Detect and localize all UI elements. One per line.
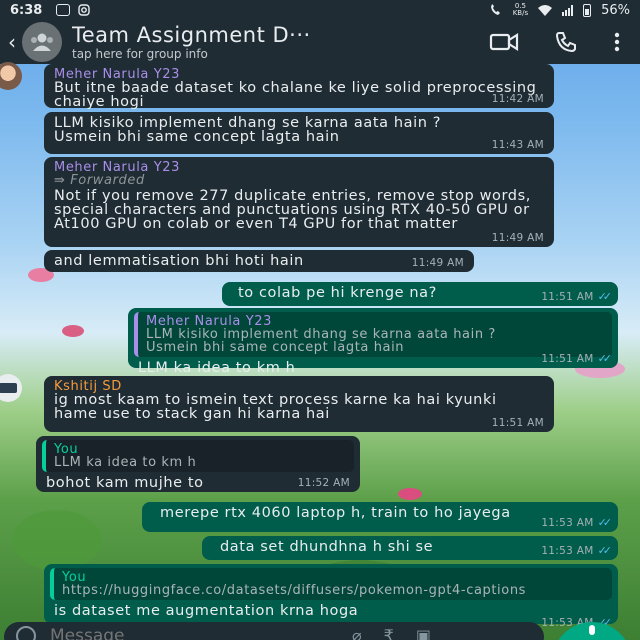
forwarded-label: ⇛ Forwarded (54, 173, 145, 188)
group-title[interactable]: Team Assignment D··· tap here for group … (72, 23, 464, 61)
quoted-text: LLM ka idea to km h (54, 455, 197, 470)
message-time: 11:49 AM (491, 232, 544, 244)
read-ticks-icon: ✓✓ (597, 516, 613, 529)
message-input-bar[interactable]: ⌀ ₹ ▣ (4, 622, 544, 640)
message-time: 11:52 AM (297, 477, 350, 489)
network-speed: 0.5 KB/s (512, 2, 529, 17)
instagram-icon (78, 4, 91, 16)
read-ticks-icon: ✓✓ (597, 544, 613, 557)
rupee-icon[interactable]: ₹ (384, 626, 394, 640)
attach-icon[interactable]: ⌀ (352, 626, 362, 640)
message-input[interactable] (50, 626, 330, 640)
phone-icon (555, 32, 576, 53)
read-ticks-icon: ✓✓ (597, 352, 613, 365)
message-text: is dataset me augmentation krna hoga (54, 603, 359, 619)
wifi-calling-icon (490, 4, 500, 15)
group-avatar[interactable] (22, 22, 62, 62)
signal-icon (562, 4, 574, 16)
quoted-text: LLM kisiko implement dhang se karna aata… (146, 327, 496, 355)
avatar-emblem-icon (0, 383, 17, 393)
status-right: 0.5 KB/s 56% (489, 3, 630, 18)
voice-call-button[interactable] (544, 22, 588, 62)
mic-button[interactable] (552, 622, 632, 640)
status-time: 6:38 (10, 2, 43, 18)
status-bar: 6:38 0.5 KB/s 56% (0, 0, 640, 20)
mic-icon (589, 625, 595, 635)
battery-icon (583, 3, 592, 17)
message-time: 11:49 AM (411, 257, 464, 269)
group-icon (31, 33, 53, 51)
message-bubble[interactable]: Meher Narula Y23 ⇛ Forwarded Not if you … (44, 157, 554, 247)
wifi-icon (538, 4, 553, 16)
message-text: LLM ka idea to km h (138, 360, 296, 376)
quoted-message[interactable]: Meher Narula Y23 LLM kisiko implement dh… (134, 312, 612, 357)
video-call-button[interactable] (482, 22, 526, 62)
notification-icon (56, 4, 71, 16)
message-bubble[interactable]: to colab pe hi krenge na? 11:51 AM ✓✓ (222, 282, 618, 306)
message-time: 11:51 AM ✓✓ (541, 352, 613, 365)
message-composer: ⌀ ₹ ▣ (0, 622, 640, 640)
message-bubble[interactable]: LLM kisiko implement dhang se karna aata… (44, 112, 554, 154)
message-bubble[interactable]: merepe rtx 4060 laptop h, train to ho ja… (142, 502, 618, 532)
quoted-message[interactable]: You LLM ka idea to km h (42, 440, 354, 472)
message-bubble[interactable]: You https://huggingface.co/datasets/diff… (44, 564, 618, 629)
battery-percent: 56% (601, 2, 630, 18)
message-bubble[interactable]: Meher Narula Y23 LLM kisiko implement dh… (128, 308, 618, 375)
camera-icon[interactable]: ▣ (416, 626, 431, 640)
message-bubble[interactable]: You LLM ka idea to km h bohot kam mujhe … (36, 436, 360, 492)
message-text: and lemmatisation bhi hoti hain (54, 253, 304, 269)
chat-header[interactable]: ‹ Team Assignment D··· tap here for grou… (0, 20, 640, 64)
group-info-hint: tap here for group info (72, 47, 208, 61)
message-time: 11:42 AM (491, 93, 544, 105)
more-options-button[interactable] (602, 22, 632, 62)
message-bubble[interactable]: Meher Narula Y23 But itne baade dataset … (44, 64, 554, 110)
message-text: ig most kaam to ismein text process karn… (54, 392, 497, 422)
message-time: 11:51 AM ✓✓ (541, 290, 613, 303)
avatar-meher[interactable] (0, 62, 22, 90)
message-time: 11:51 AM (491, 417, 544, 429)
group-name: Team Assignment D··· (72, 23, 311, 47)
more-options-icon (614, 32, 620, 52)
video-call-icon (489, 33, 519, 51)
back-arrow-icon[interactable]: ‹ (8, 30, 22, 54)
avatar-kshitij[interactable] (0, 374, 22, 402)
message-text: Not if you remove 277 duplicate entries,… (54, 188, 531, 232)
message-time: 11:53 AM✓✓ (541, 516, 613, 529)
quoted-link[interactable]: https://huggingface.co/datasets/diffuser… (62, 584, 604, 597)
read-ticks-icon: ✓✓ (597, 290, 613, 303)
message-time: 11:53 AM✓✓ (541, 544, 613, 557)
quoted-message[interactable]: You https://huggingface.co/datasets/diff… (50, 568, 612, 600)
message-bubble[interactable]: Kshitij SD ig most kaam to ismein text p… (44, 376, 554, 432)
message-bubble[interactable]: data set dhundhna h shi se 11:53 AM ✓✓ (202, 536, 618, 560)
message-bubble[interactable]: and lemmatisation bhi hoti hain 11:49 AM (44, 250, 474, 272)
message-time: 11:43 AM (491, 139, 544, 151)
message-text: LLM kisiko implement dhang se karna aata… (54, 115, 442, 145)
forward-icon: ⇛ (54, 173, 71, 188)
message-text: But itne baade dataset ko chalane ke liy… (54, 80, 537, 110)
emoji-icon[interactable] (16, 626, 36, 640)
